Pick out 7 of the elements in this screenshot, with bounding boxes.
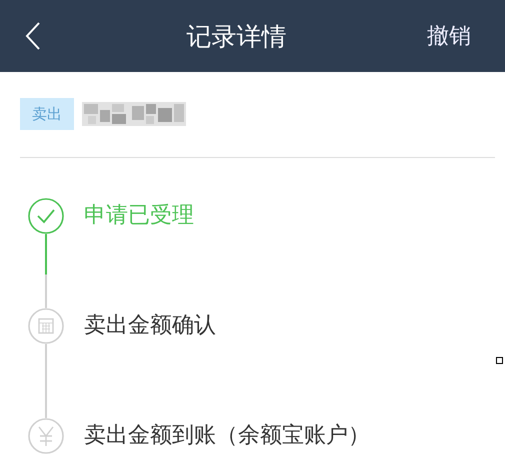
step-label: 申请已受理 bbox=[84, 202, 194, 230]
step-label: 卖出金额到账（余额宝账户） bbox=[84, 422, 370, 450]
page-title: 记录详情 bbox=[186, 20, 288, 52]
record-tag: 卖出 bbox=[20, 98, 74, 130]
square-marker bbox=[496, 357, 503, 364]
step-label: 卖出金额确认 bbox=[84, 312, 216, 340]
cancel-button[interactable]: 撤销 bbox=[427, 21, 471, 51]
